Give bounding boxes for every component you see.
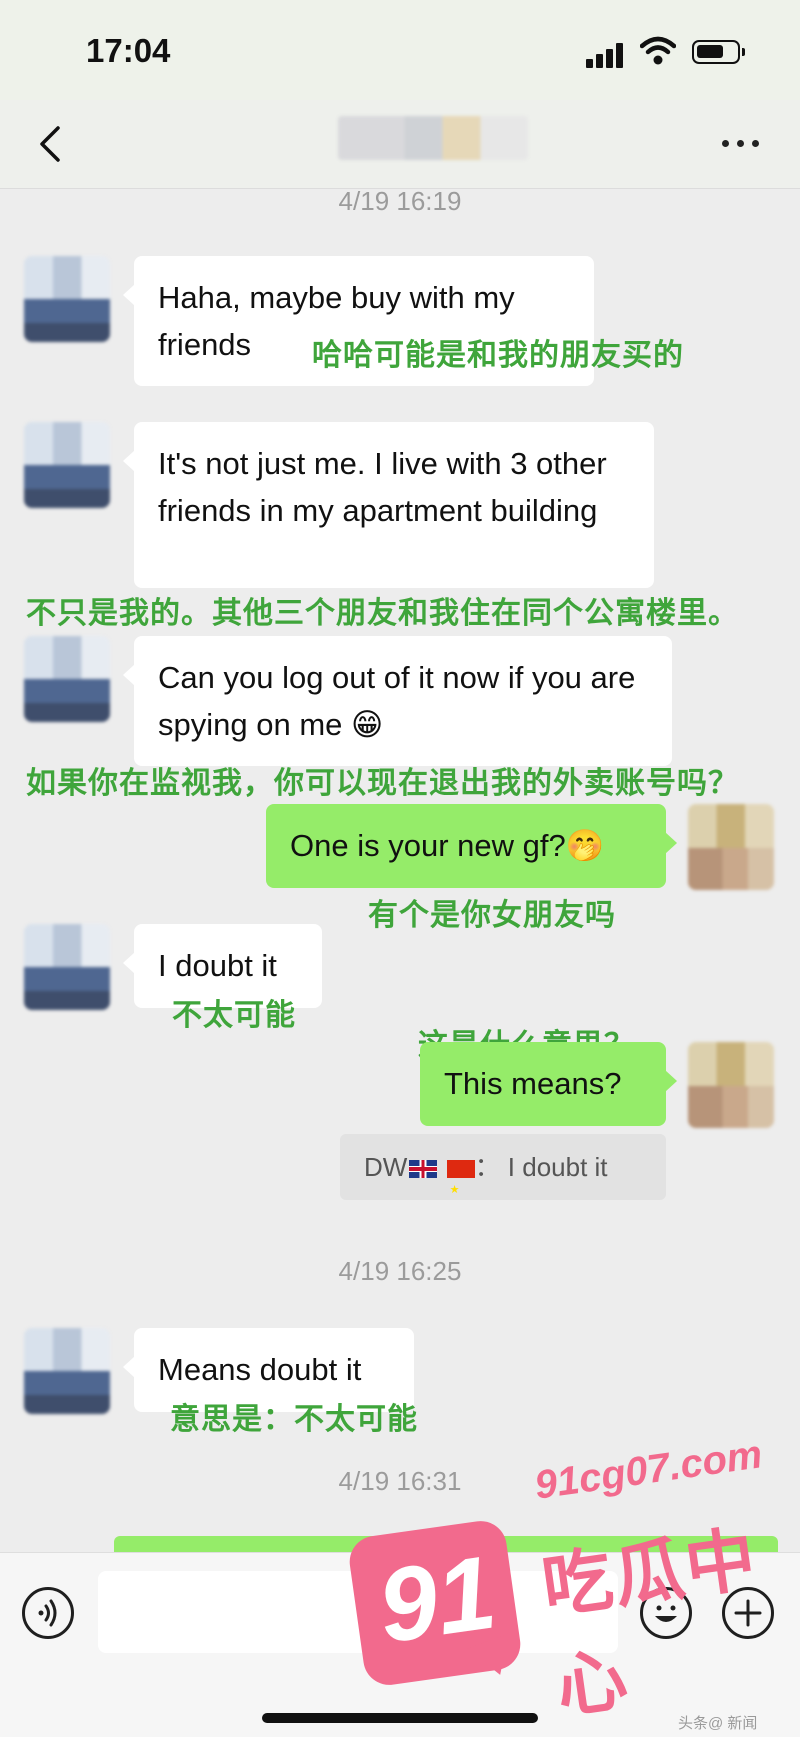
watermark-url: 91cg07.com — [531, 1432, 765, 1508]
watermark-name: 吃瓜中心 — [537, 1519, 763, 1727]
my-avatar[interactable] — [688, 804, 774, 890]
timestamp: 4/19 16:19 — [338, 186, 462, 216]
status-bar: 17:04 — [0, 0, 800, 100]
wifi-icon — [640, 36, 676, 65]
quote-text: ： I doubt it — [474, 1152, 608, 1182]
translation-annotation: 不太可能 — [172, 999, 296, 1032]
watermark-number: 91 — [371, 1534, 503, 1666]
watermark-small-text: 头条@ 新闻 — [678, 1715, 758, 1732]
home-indicator — [262, 1713, 538, 1723]
contact-avatar[interactable] — [24, 1328, 110, 1414]
translation-annotation: 有个是你女朋友吗 — [368, 899, 616, 932]
contact-avatar[interactable] — [24, 636, 110, 722]
message-bubble-sent[interactable]: One is your new gf?🤭 — [266, 804, 677, 888]
chat-header — [0, 100, 800, 189]
message-bubble-sent[interactable]: This means? — [420, 1042, 677, 1126]
timestamp: 4/19 16:25 — [338, 1256, 462, 1286]
more-options-icon[interactable] — [718, 126, 764, 162]
uk-flag-icon — [409, 1160, 438, 1178]
quoted-message[interactable]: DW ： I doubt it — [340, 1134, 666, 1223]
status-time: 17:04 — [86, 32, 171, 69]
contact-avatar[interactable] — [24, 422, 110, 508]
voice-input-icon[interactable] — [22, 1587, 74, 1639]
translation-annotation: 哈哈可能是和我的朋友买的 — [312, 339, 684, 372]
contact-avatar[interactable] — [24, 924, 110, 1010]
message-bubble-received[interactable]: Can you log out of it now if you are spy… — [123, 636, 672, 766]
message-bubble-received[interactable]: It's not just me. I live with 3 other fr… — [123, 422, 654, 588]
contact-avatar[interactable] — [24, 256, 110, 342]
chat-title — [338, 116, 528, 160]
back-icon[interactable] — [32, 122, 72, 166]
translation-annotation: 意思是：不太可能 — [170, 1403, 418, 1436]
translation-annotation: 如果你在监视我，你可以现在退出我的外卖账号吗？ — [26, 767, 739, 800]
translation-annotation: 不只是我的。其他三个朋友和我住在同个公寓楼里。 — [26, 597, 739, 630]
battery-icon — [692, 40, 745, 64]
china-flag-icon — [446, 1157, 475, 1223]
quote-sender: DW — [364, 1152, 408, 1182]
signal-icon — [586, 42, 626, 68]
my-avatar[interactable] — [688, 1042, 774, 1128]
